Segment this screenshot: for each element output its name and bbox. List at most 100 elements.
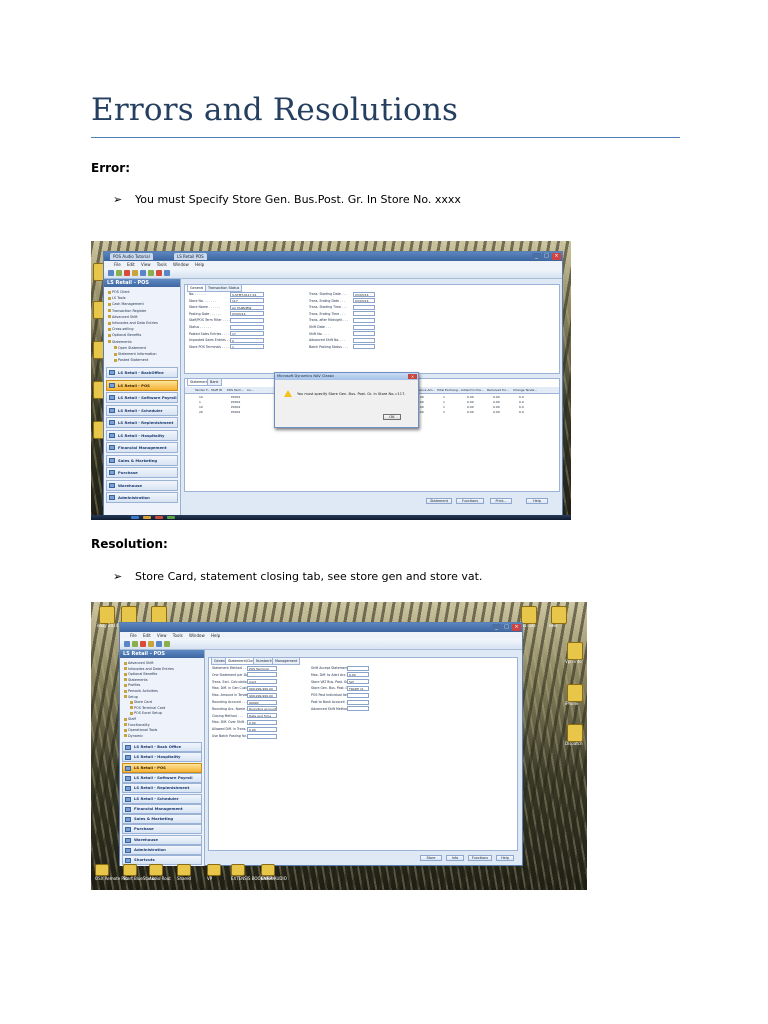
menu-edit[interactable]: Edit xyxy=(127,262,135,267)
menu-view[interactable]: View xyxy=(157,633,167,638)
taskbar-app-icon[interactable] xyxy=(167,516,175,519)
tree-item[interactable]: LS Tools xyxy=(108,296,125,300)
field-value[interactable]: 999,999,999.00 xyxy=(247,692,277,698)
menu-view[interactable]: View xyxy=(141,262,151,267)
tree-item[interactable]: Staff xyxy=(124,717,136,721)
close-icon[interactable]: × xyxy=(512,624,521,631)
minimize-icon[interactable]: _ xyxy=(532,253,541,260)
field-value[interactable]: 0 xyxy=(230,337,264,343)
tree-item[interactable]: Infocodes and Data Entries xyxy=(124,667,174,671)
field-value[interactable]: 0.00 xyxy=(247,726,277,732)
field-value[interactable]: 0.00 xyxy=(347,672,369,678)
window-tab[interactable]: POS Audio Tutorial xyxy=(110,253,153,260)
column-header[interactable]: Staff ID xyxy=(211,387,222,393)
field-value[interactable]: TRADE 11 xyxy=(347,685,369,691)
tree-item[interactable]: Periodic Activities xyxy=(124,689,158,693)
tree-item[interactable]: Infocodes and Data Entries xyxy=(108,321,158,325)
tree-item[interactable]: Statement Information xyxy=(114,352,157,356)
module-button[interactable]: LS Retail - Software Payroll xyxy=(122,772,202,783)
bottom-button[interactable]: Print... xyxy=(490,498,512,504)
field-value[interactable]: 99990 xyxy=(247,699,277,705)
tree-item[interactable]: Cross-selling xyxy=(108,327,134,331)
tree-item[interactable]: Dynamic xyxy=(124,734,143,738)
bottom-button[interactable]: Help xyxy=(496,855,514,861)
module-button[interactable]: LS Retail - BackOffice xyxy=(106,367,178,378)
toolbar-new-icon[interactable] xyxy=(124,641,130,647)
field-value[interactable]: 03/03/14 xyxy=(353,291,375,297)
bottom-button[interactable]: Statement xyxy=(426,498,452,504)
tree-item[interactable]: Cash Management xyxy=(108,302,144,306)
module-button[interactable]: LS Retail - Software Payroll xyxy=(106,392,178,403)
toolbar-open-icon[interactable] xyxy=(116,270,122,276)
tab-bank[interactable]: Bank xyxy=(207,378,222,386)
bottom-button[interactable]: Functions xyxy=(468,855,492,861)
module-button[interactable]: Purchase xyxy=(122,824,202,835)
menu-window[interactable]: Window xyxy=(173,262,189,267)
desktop-folder-icon[interactable] xyxy=(521,606,537,624)
field-value[interactable]: Card xyxy=(247,679,277,685)
field-value[interactable] xyxy=(230,317,264,323)
tree-item[interactable]: Store Card xyxy=(130,700,152,704)
field-value[interactable] xyxy=(353,337,375,343)
tree-item[interactable]: Optional Benefits xyxy=(124,672,157,676)
desktop-app-icon[interactable] xyxy=(177,864,191,876)
module-button[interactable]: LS Retail - Replenishment xyxy=(106,417,178,428)
field-value[interactable] xyxy=(353,331,375,337)
toolbar-print-icon[interactable] xyxy=(156,270,162,276)
column-header[interactable]: Tender T... xyxy=(195,387,210,393)
toolbar-new-icon[interactable] xyxy=(108,270,114,276)
field-value[interactable] xyxy=(347,665,369,671)
menu-help[interactable]: Help xyxy=(195,262,204,267)
field-value[interactable]: 0.00 xyxy=(247,719,277,725)
bottom-button[interactable]: Store xyxy=(420,855,442,861)
toolbar-delete-icon[interactable] xyxy=(124,270,130,276)
menu-tools[interactable]: Tools xyxy=(157,262,167,267)
menu-file[interactable]: File xyxy=(114,262,121,267)
tree-item[interactable]: Transaction Register xyxy=(108,309,146,313)
column-header[interactable]: Change Tende... xyxy=(513,387,537,393)
field-value[interactable] xyxy=(353,344,375,350)
menu-edit[interactable]: Edit xyxy=(143,633,151,638)
module-button[interactable]: Warehouse xyxy=(122,834,202,845)
window-tab[interactable]: LS Retail POS xyxy=(174,253,207,260)
tab-management[interactable]: Management xyxy=(272,657,301,665)
toolbar-help-icon[interactable] xyxy=(164,270,170,276)
column-header[interactable]: Total Exchang... xyxy=(437,387,461,393)
module-button[interactable]: LS Retail - Hospitality xyxy=(106,429,178,441)
field-value[interactable]: S-STMT-0117-01 xyxy=(230,291,264,297)
desktop-app-icon[interactable] xyxy=(149,864,163,876)
desktop-folder-icon[interactable] xyxy=(567,684,583,702)
desktop-app-icon[interactable] xyxy=(95,864,109,876)
field-value[interactable]: POS Terminal xyxy=(247,665,277,671)
taskbar-app-icon[interactable] xyxy=(155,516,163,519)
module-button[interactable]: Administration xyxy=(106,492,178,503)
column-header[interactable]: Added to Dra... xyxy=(461,387,484,393)
bottom-button[interactable]: Help xyxy=(526,498,548,504)
tree-item[interactable]: Profiles xyxy=(124,683,140,687)
module-button[interactable]: LS Retail - Scheduler xyxy=(122,793,202,804)
field-value[interactable]: 17 xyxy=(230,331,264,337)
field-value[interactable] xyxy=(353,311,375,317)
module-button[interactable]: Financial Management xyxy=(106,442,178,453)
tree-item[interactable]: POS Terminal Card xyxy=(130,706,165,710)
tree-item[interactable]: Statements xyxy=(108,340,132,344)
tree-item[interactable]: Operational Tools xyxy=(124,728,157,732)
menu-window[interactable]: Window xyxy=(189,633,205,638)
module-button[interactable]: LS Retail - POS xyxy=(122,762,202,773)
tab-general[interactable]: General xyxy=(187,284,207,292)
maximize-icon[interactable]: □ xyxy=(542,253,551,260)
tree-item[interactable]: Advanced Shift xyxy=(124,661,154,665)
desktop-app-icon[interactable] xyxy=(123,864,137,876)
module-button[interactable]: LS Retail - Back Office xyxy=(122,742,202,752)
toolbar-sort-icon[interactable] xyxy=(148,270,154,276)
field-value[interactable]: 03/03/14 xyxy=(353,298,375,304)
module-button[interactable]: Warehouse xyxy=(106,479,178,491)
field-value[interactable]: 1 xyxy=(230,344,264,350)
module-button[interactable]: LS Retail - Hospitality xyxy=(122,752,202,763)
desktop-app-icon[interactable] xyxy=(231,864,245,876)
menu-help[interactable]: Help xyxy=(211,633,220,638)
bottom-button[interactable]: Info xyxy=(446,855,464,861)
maximize-icon[interactable]: □ xyxy=(502,624,511,631)
field-value[interactable]: Rounding account xyxy=(247,706,277,712)
toolbar-delete-icon[interactable] xyxy=(140,641,146,647)
